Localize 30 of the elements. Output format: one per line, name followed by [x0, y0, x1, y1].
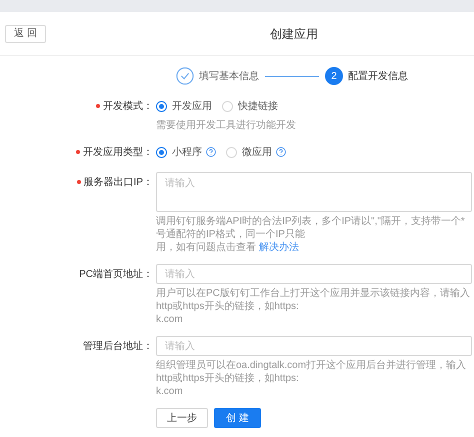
step-label: 填写基本信息 — [199, 70, 259, 84]
hint-text: 组织管理员可以在oa.dingtalk.com打开这个应用后台并进行管理，输入http或https开头的链接，如https: — [156, 360, 466, 384]
field-label: 开发模式： — [103, 100, 153, 114]
help-icon[interactable] — [276, 147, 286, 157]
option-label: 快捷链接 — [238, 100, 278, 114]
help-icon[interactable] — [206, 147, 216, 157]
create-button[interactable]: 创 建 — [214, 408, 261, 428]
back-button[interactable]: 返 回 — [5, 24, 46, 42]
hint-text: k.com — [156, 386, 183, 397]
radio-button[interactable] — [156, 146, 167, 158]
field-label: 开发应用类型： — [83, 146, 153, 160]
hint-text: 需要使用开发工具进行功能开发 — [156, 120, 296, 131]
option-label: 小程序 — [172, 146, 202, 160]
hint-text: k.com — [156, 314, 183, 325]
field-label: PC端首页地址： — [79, 268, 153, 282]
hint-text: 调用钉钉服务端API时的合法IP列表，多个IP请以","隔开，支持带一个*号通配符的IP格式，同一个IP只能 — [156, 216, 465, 240]
text-area[interactable]: 请输入 — [156, 172, 472, 212]
page-title: 创建应用 — [270, 26, 318, 42]
input-field[interactable]: 请输入 — [156, 264, 472, 284]
radio-button[interactable] — [156, 100, 167, 112]
field-label: 管理后台地址： — [83, 340, 153, 354]
option-label: 开发应用 — [172, 100, 212, 114]
hint-text: 用，如有问题点击查看 — [156, 242, 256, 253]
option-label: 微应用 — [242, 146, 272, 160]
step-number: 2 — [325, 67, 343, 85]
field-label: 服务器出口IP： — [84, 176, 153, 190]
input-field[interactable]: 请输入 — [156, 336, 472, 356]
hint-text: 用户可以在PC版钉钉工作台上打开这个应用并显示该链接内容，请输入http或https开头的链接，如https: — [156, 288, 470, 312]
step-label: 配置开发信息 — [348, 70, 408, 84]
previous-button[interactable]: 上一步 — [156, 408, 208, 428]
